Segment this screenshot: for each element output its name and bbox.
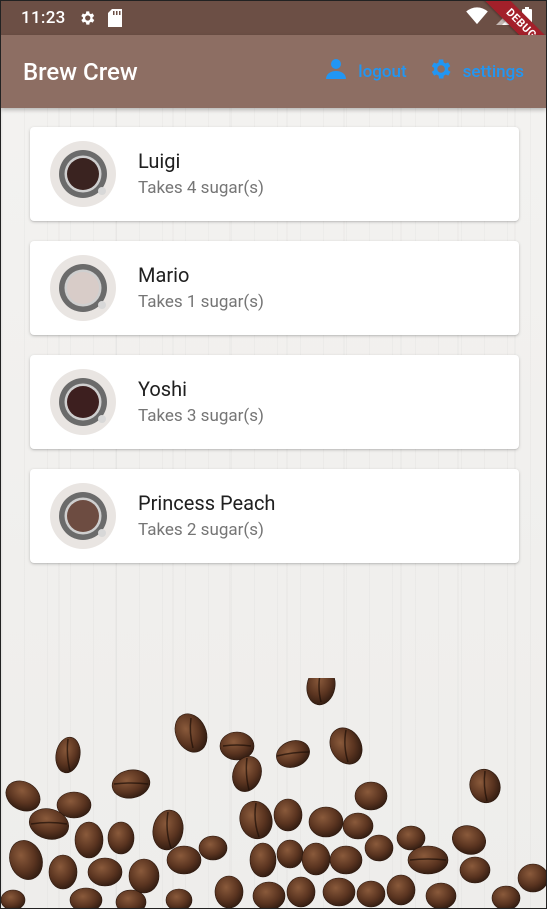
brew-card[interactable]: Yoshi Takes 3 sugar(s) [30, 355, 519, 449]
logout-label: logout [358, 61, 407, 82]
settings-button[interactable]: settings [417, 50, 534, 93]
app-bar: Brew Crew logout settings [1, 35, 546, 108]
app-bar-actions: logout settings [314, 50, 534, 93]
coffee-beans-image [1, 678, 546, 908]
status-bar: 11:23 DEBUG [1, 1, 546, 70]
settings-label: settings [462, 61, 524, 82]
person-icon [324, 57, 348, 86]
settings-status-icon [78, 9, 96, 27]
coffee-fill [67, 386, 99, 418]
brew-sugars: Takes 2 sugar(s) [138, 520, 264, 540]
coffee-fill [67, 272, 99, 304]
coffee-cup-avatar [50, 483, 116, 549]
brew-name: Yoshi [138, 377, 187, 401]
coffee-cup-avatar [50, 255, 116, 321]
coffee-fill [67, 500, 99, 532]
coffee-fill [67, 158, 99, 190]
brew-card[interactable]: Mario Takes 1 sugar(s) [30, 241, 519, 335]
brew-card[interactable]: Luigi Takes 4 sugar(s) [30, 127, 519, 221]
app-title: Brew Crew [23, 57, 138, 86]
brew-name: Mario [138, 263, 190, 287]
brew-sugars: Takes 4 sugar(s) [138, 178, 264, 198]
brew-card[interactable]: Princess Peach Takes 2 sugar(s) [30, 469, 519, 563]
sd-card-icon [107, 9, 122, 27]
brew-name: Princess Peach [138, 491, 276, 515]
status-time: 11:23 [21, 8, 66, 28]
coffee-cup-avatar [50, 369, 116, 435]
brew-name: Luigi [138, 149, 181, 173]
brew-sugars: Takes 3 sugar(s) [138, 406, 264, 426]
logout-button[interactable]: logout [314, 51, 416, 92]
wifi-icon [466, 7, 488, 29]
app-frame: 11:23 DEBUG Brew Crew logout settings Lu… [0, 0, 547, 909]
brew-sugars: Takes 1 sugar(s) [138, 292, 264, 312]
coffee-cup-avatar [50, 141, 116, 207]
gear-icon [427, 56, 453, 87]
